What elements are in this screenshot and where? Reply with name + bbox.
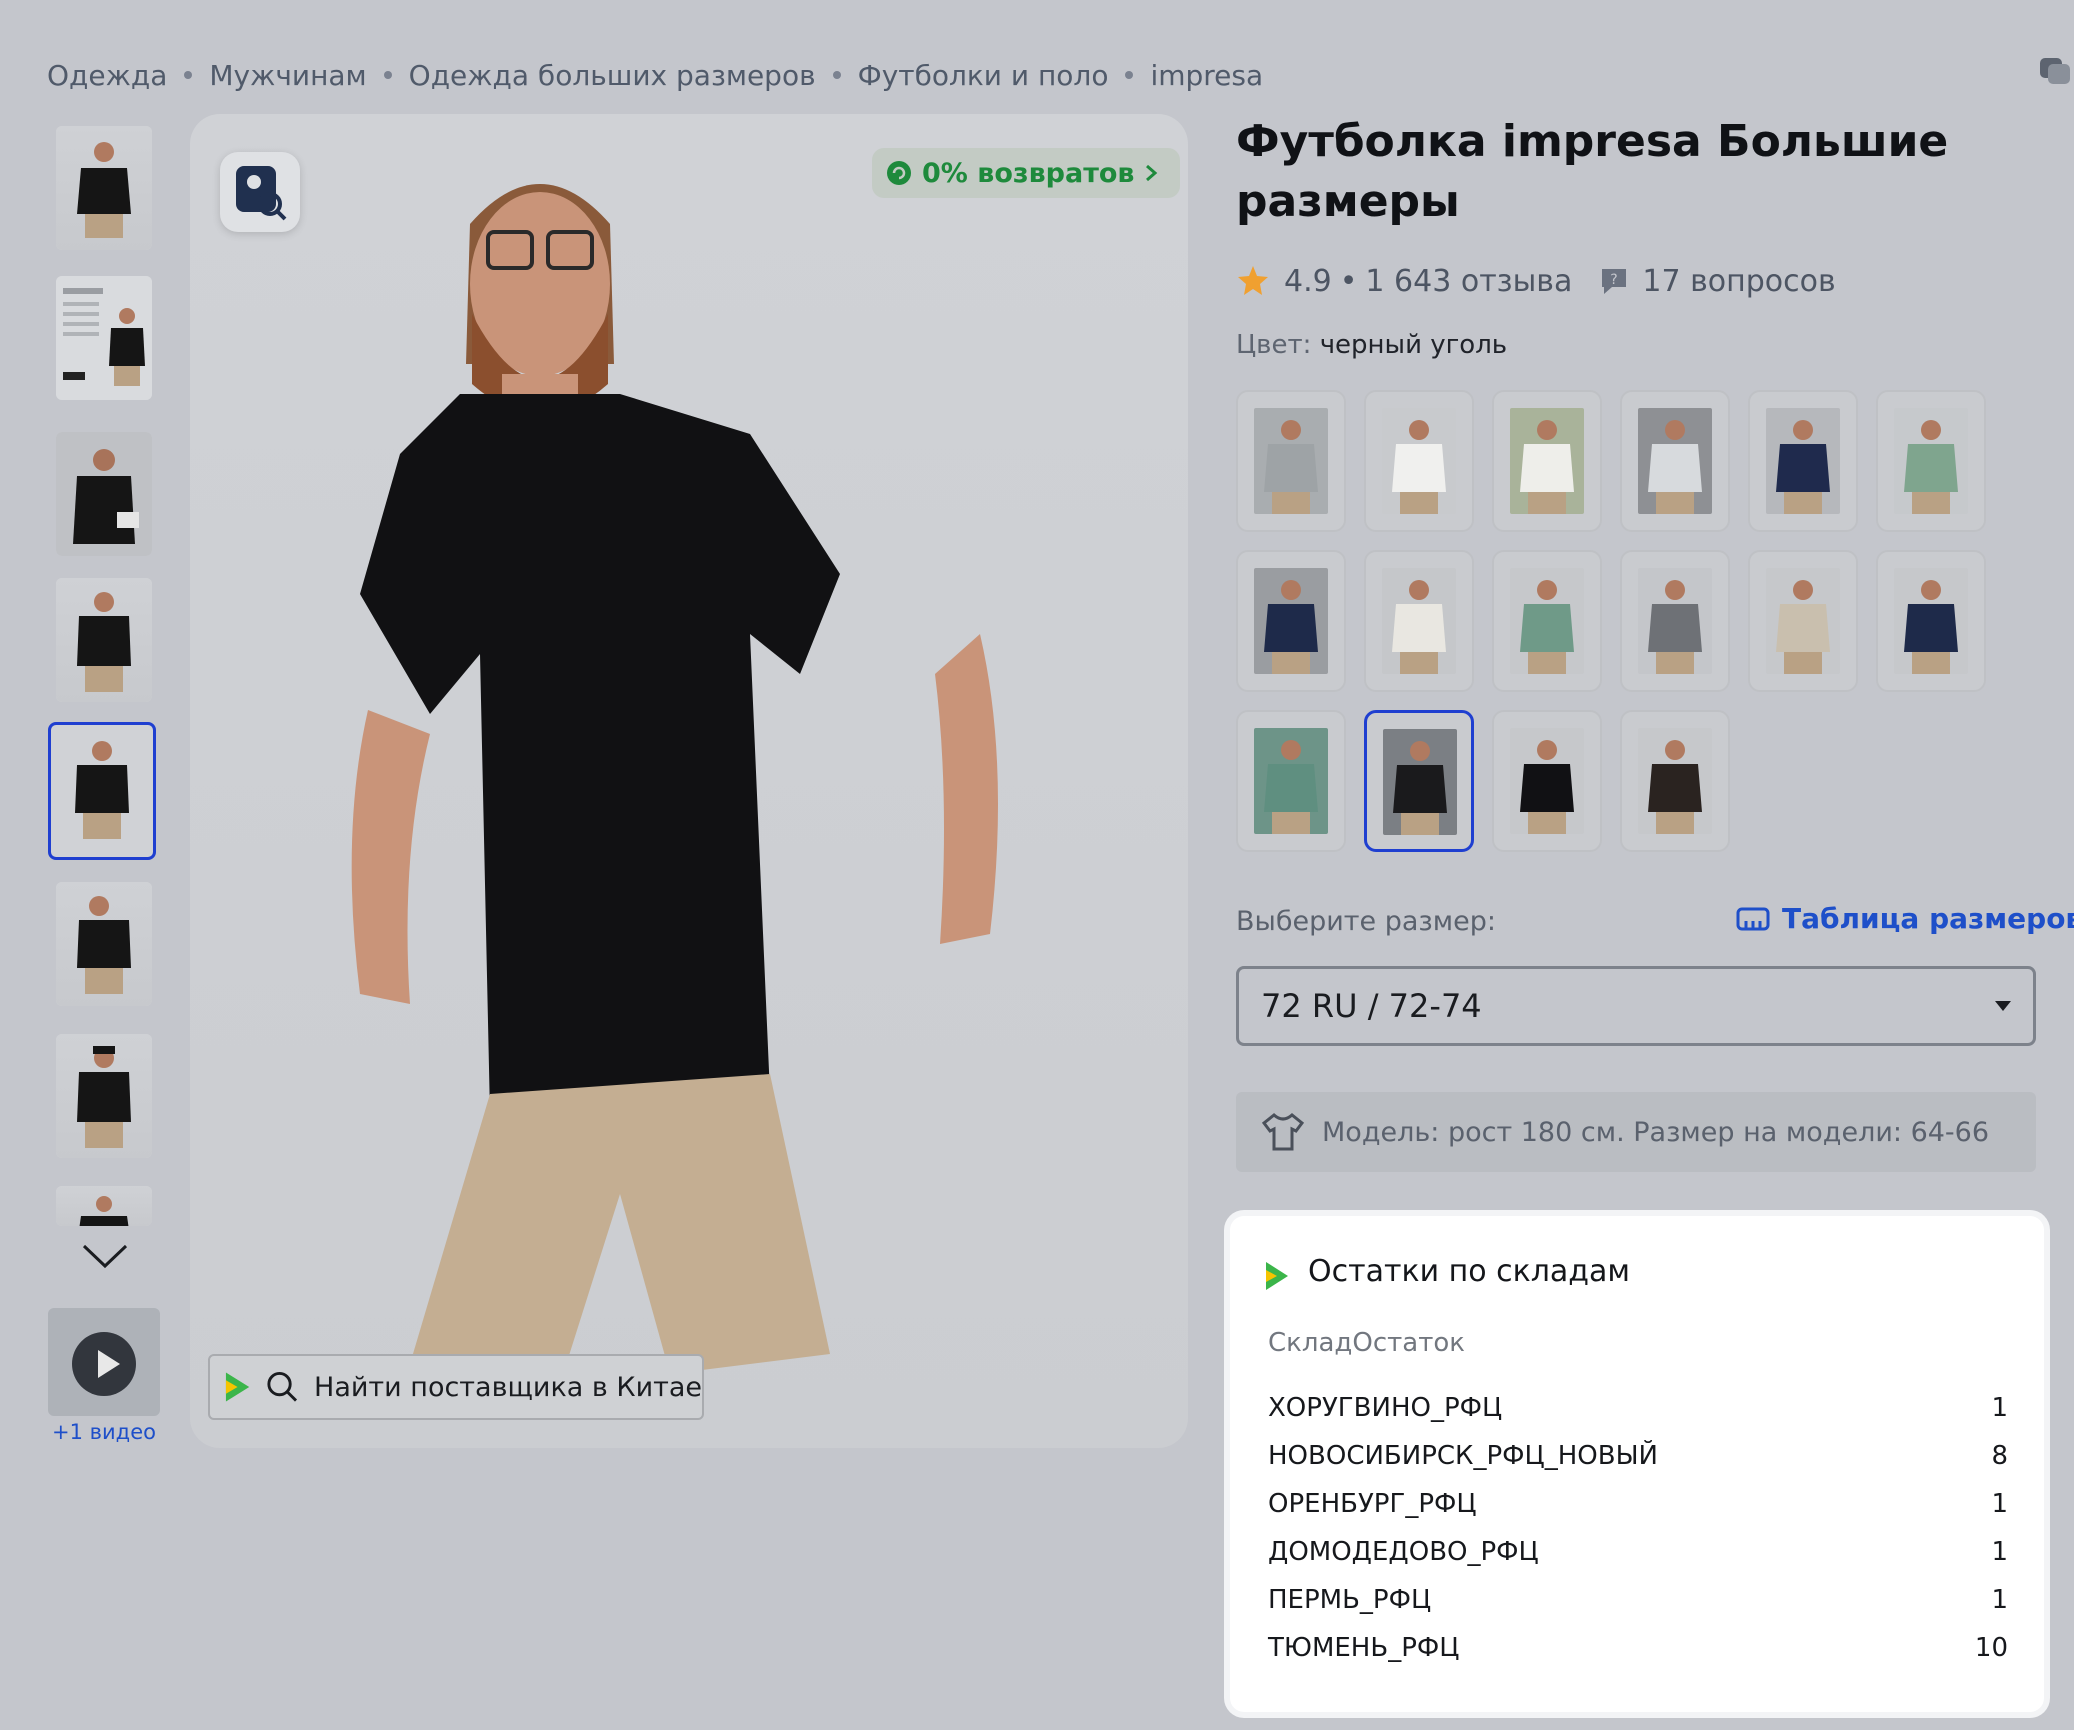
search-icon bbox=[267, 1371, 298, 1402]
stock-row: ПЕРМЬ_РФЦ 1 bbox=[1268, 1576, 2008, 1624]
stock-row: НОВОСИБИРСК_РФЦ_НОВЫЙ 8 bbox=[1268, 1432, 2008, 1480]
color-swatch[interactable] bbox=[1492, 390, 1602, 532]
refresh-icon bbox=[887, 161, 911, 185]
chevron-right-icon bbox=[1146, 164, 1158, 182]
stock-quantity: 10 bbox=[1974, 1633, 2008, 1663]
breadcrumb-separator bbox=[832, 71, 841, 79]
rating-row: 4.9 • 1 643 отзыва ? 17 вопросов bbox=[1236, 260, 1836, 302]
color-swatch[interactable] bbox=[1620, 550, 1730, 692]
stock-quantity: 1 bbox=[1991, 1585, 2008, 1615]
stock-quantity: 1 bbox=[1991, 1537, 2008, 1567]
chevron-down-icon[interactable] bbox=[80, 1240, 130, 1270]
color-swatch[interactable] bbox=[1620, 710, 1730, 852]
size-select[interactable]: 72 RU / 72-74 bbox=[1236, 966, 2036, 1046]
color-swatch[interactable] bbox=[1236, 710, 1346, 852]
breadcrumb-link-men[interactable]: Мужчинам bbox=[209, 59, 366, 92]
ruler-icon bbox=[1736, 907, 1770, 930]
warehouse-name: ПЕРМЬ_РФЦ bbox=[1268, 1585, 1432, 1615]
breadcrumb-link-plus-size[interactable]: Одежда больших размеров bbox=[409, 59, 816, 92]
color-swatch[interactable] bbox=[1620, 390, 1730, 532]
find-supplier-button[interactable]: Найти поставщика в Китае bbox=[208, 1354, 704, 1420]
breadcrumb-separator bbox=[184, 71, 193, 79]
breadcrumb-link-clothing[interactable]: Одежда bbox=[47, 59, 167, 92]
color-swatch[interactable] bbox=[1364, 390, 1474, 532]
breadcrumb-link-tshirts[interactable]: Футболки и поло bbox=[858, 59, 1109, 92]
thumbnail-3[interactable] bbox=[56, 432, 152, 556]
breadcrumb-separator bbox=[383, 71, 392, 79]
stock-row: ДОМОДЕДОВО_РФЦ 1 bbox=[1268, 1528, 2008, 1576]
image-search-icon bbox=[236, 166, 287, 221]
stock-title: Остатки по складам bbox=[1308, 1254, 1631, 1289]
brand-logo-icon bbox=[1266, 1262, 1288, 1290]
thumbnail-2[interactable] bbox=[56, 276, 152, 400]
color-value: черный уголь bbox=[1319, 330, 1508, 360]
size-table-label: Таблица размеров bbox=[1782, 902, 2074, 935]
warehouse-name: ДОМОДЕДОВО_РФЦ bbox=[1268, 1537, 1539, 1567]
returns-text: 0% возвратов bbox=[922, 157, 1135, 189]
size-table-link[interactable]: Таблица размеров bbox=[1736, 902, 2074, 935]
product-title: Футболка impresa Большие размеры bbox=[1236, 116, 1949, 227]
play-icon bbox=[72, 1332, 136, 1396]
warehouse-name: ОРЕНБУРГ_РФЦ bbox=[1268, 1489, 1477, 1519]
color-swatch[interactable] bbox=[1492, 550, 1602, 692]
stock-quantity: 8 bbox=[1991, 1441, 2008, 1471]
color-swatch[interactable] bbox=[1492, 710, 1602, 852]
questions-link[interactable]: 17 вопросов bbox=[1642, 264, 1835, 299]
breadcrumb: Одежда Мужчинам Одежда больших размеров … bbox=[47, 52, 1263, 98]
stock-table: ХОРУГВИНО_РФЦ 1 НОВОСИБИРСК_РФЦ_НОВЫЙ 8 ОРЕН… bbox=[1268, 1384, 2008, 1672]
thumbnail-4[interactable] bbox=[56, 578, 152, 702]
warehouse-name: ХОРУГВИНО_РФЦ bbox=[1268, 1393, 1503, 1423]
tshirt-icon bbox=[1261, 1113, 1305, 1151]
thumbnail-1[interactable] bbox=[56, 126, 152, 250]
size-selected-value: 72 RU / 72-74 bbox=[1261, 987, 1482, 1025]
thumbnail-5-selected[interactable] bbox=[48, 722, 156, 860]
breadcrumb-separator bbox=[1125, 71, 1134, 79]
stock-quantity: 1 bbox=[1991, 1393, 2008, 1423]
color-swatch[interactable] bbox=[1876, 390, 1986, 532]
thumbnail-6[interactable] bbox=[56, 882, 152, 1006]
stock-quantity: 1 bbox=[1991, 1489, 2008, 1519]
stock-row: ОРЕНБУРГ_РФЦ 1 bbox=[1268, 1480, 2008, 1528]
thumbnail-7[interactable] bbox=[56, 1034, 152, 1158]
visual-search-button[interactable] bbox=[220, 152, 300, 232]
rating-separator: • bbox=[1339, 263, 1358, 299]
video-count-label[interactable]: +1 видео bbox=[48, 1420, 160, 1444]
returns-badge[interactable]: 0% возвратов bbox=[872, 148, 1181, 198]
size-label: Выберите размер: bbox=[1236, 906, 1496, 937]
breadcrumb-link-brand[interactable]: impresa bbox=[1150, 59, 1263, 92]
rating-value: 4.9 bbox=[1284, 263, 1332, 299]
reviews-link[interactable]: 1 643 отзыва bbox=[1365, 264, 1572, 299]
warehouse-stock-card: Остатки по складам СкладОстаток ХОРУГВИН… bbox=[1230, 1216, 2044, 1712]
video-thumbnail[interactable] bbox=[48, 1308, 160, 1416]
chat-icon[interactable] bbox=[2040, 54, 2070, 88]
stock-table-header: СкладОстаток bbox=[1268, 1328, 1465, 1358]
color-swatch[interactable] bbox=[1236, 550, 1346, 692]
color-swatch[interactable] bbox=[1364, 550, 1474, 692]
main-product-image[interactable]: 0% возвратов Найти поставщика в Китае bbox=[190, 114, 1188, 1448]
brand-logo-icon bbox=[225, 1372, 250, 1402]
warehouse-name: ТЮМЕНЬ_РФЦ bbox=[1268, 1633, 1460, 1663]
color-swatch[interactable] bbox=[1748, 550, 1858, 692]
color-swatch[interactable] bbox=[1748, 390, 1858, 532]
color-swatch[interactable] bbox=[1876, 550, 1986, 692]
question-icon: ? bbox=[1602, 269, 1627, 294]
find-supplier-label: Найти поставщика в Китае bbox=[314, 1371, 702, 1403]
model-photo bbox=[351, 184, 998, 1384]
svg-text:?: ? bbox=[1611, 272, 1618, 288]
model-info: Модель: рост 180 см. Размер на модели: 6… bbox=[1236, 1092, 2036, 1172]
color-swatch[interactable] bbox=[1236, 390, 1346, 532]
stock-row: ХОРУГВИНО_РФЦ 1 bbox=[1268, 1384, 2008, 1432]
color-swatch-selected[interactable] bbox=[1364, 710, 1474, 852]
caret-down-icon bbox=[1995, 1001, 2011, 1011]
color-row: Цвет: черный уголь bbox=[1236, 330, 1507, 360]
color-label: Цвет: bbox=[1236, 330, 1312, 360]
star-icon bbox=[1238, 266, 1268, 295]
stock-row: ТЮМЕНЬ_РФЦ 10 bbox=[1268, 1624, 2008, 1672]
warehouse-name: НОВОСИБИРСК_РФЦ_НОВЫЙ bbox=[1268, 1441, 1658, 1471]
model-info-text: Модель: рост 180 см. Размер на модели: 6… bbox=[1322, 1116, 1990, 1148]
thumbnail-8[interactable] bbox=[56, 1186, 152, 1226]
